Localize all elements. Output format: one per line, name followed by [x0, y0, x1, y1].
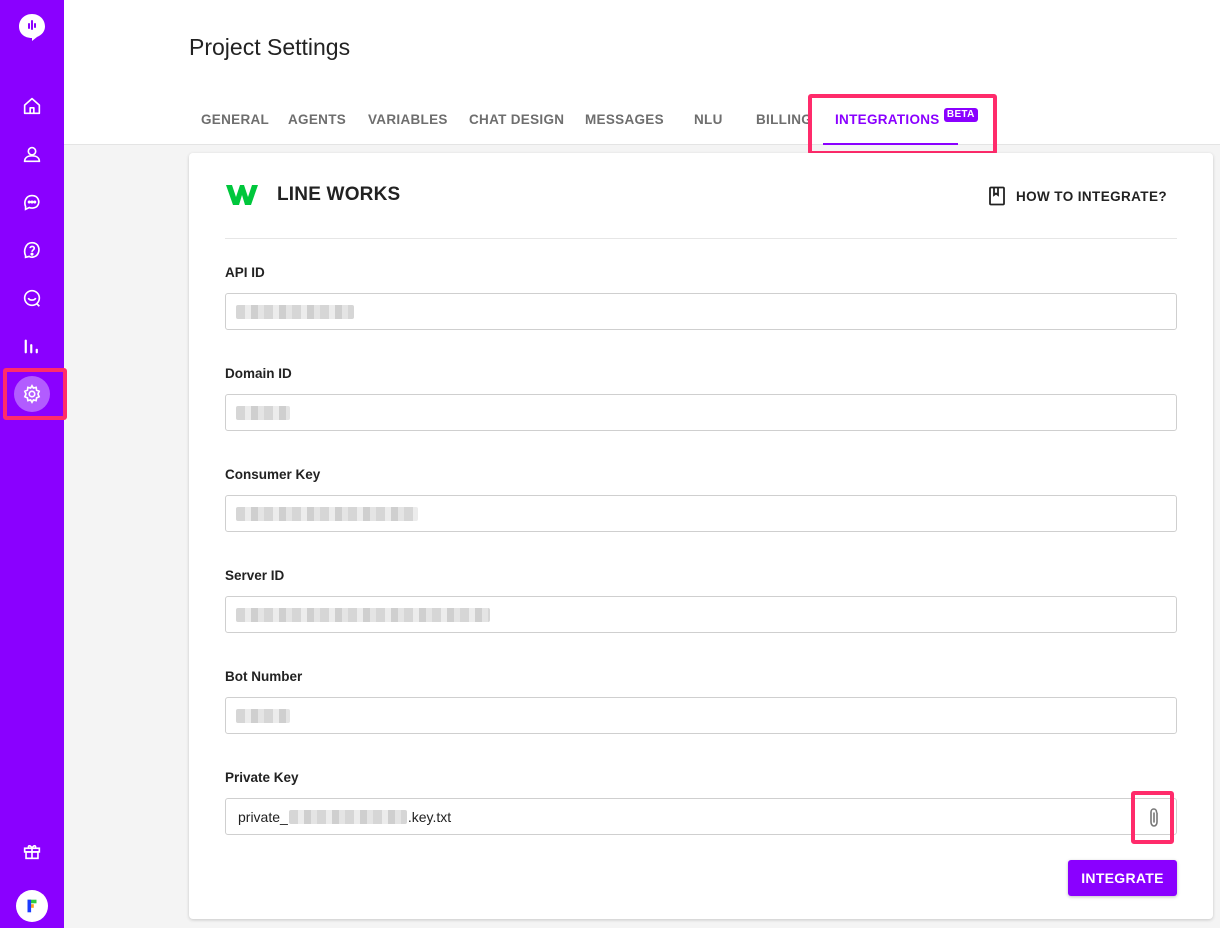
server-id-input[interactable]: [225, 596, 1177, 633]
private-key-filename: private_ .key.txt: [238, 809, 451, 825]
tab-billing[interactable]: BILLING: [756, 104, 812, 145]
api-id-label: API ID: [225, 265, 265, 280]
tab-general[interactable]: GENERAL: [201, 104, 269, 145]
tab-variables[interactable]: VARIABLES: [368, 104, 448, 145]
redacted-value: [236, 709, 290, 723]
active-tab-indicator: [823, 143, 958, 145]
redacted-value: [288, 810, 407, 824]
header: Project Settings GENERAL AGENTS VARIABLE…: [64, 0, 1220, 145]
private-key-file-input[interactable]: private_ .key.txt: [225, 798, 1177, 835]
redacted-value: [236, 305, 354, 319]
sidebar-item-users[interactable]: [12, 134, 52, 174]
integration-card: LINE WORKS HOW TO INTEGRATE? API ID Doma…: [189, 153, 1213, 919]
logo-chat-icon[interactable]: [17, 12, 47, 42]
home-icon: [23, 97, 41, 115]
gift-icon: [23, 845, 41, 860]
server-id-label: Server ID: [225, 568, 285, 583]
sidebar-item-conversations[interactable]: [12, 278, 52, 318]
paperclip-icon[interactable]: [1144, 807, 1164, 829]
consumer-key-input[interactable]: [225, 495, 1177, 532]
tab-messages[interactable]: MESSAGES: [585, 104, 664, 145]
integrate-button[interactable]: INTEGRATE: [1068, 860, 1177, 896]
card-header: LINE WORKS HOW TO INTEGRATE?: [225, 183, 1177, 239]
avatar-icon: [27, 899, 37, 913]
bot-number-input[interactable]: [225, 697, 1177, 734]
page-title: Project Settings: [189, 34, 351, 60]
bot-number-label: Bot Number: [225, 669, 303, 684]
line-works-logo-icon: [226, 185, 258, 205]
integration-name: LINE WORKS: [277, 184, 401, 205]
filename-suffix: .key.txt: [407, 809, 452, 825]
analytics-icon: [24, 339, 38, 354]
api-id-input[interactable]: [225, 293, 1177, 330]
tab-nlu[interactable]: NLU: [694, 104, 723, 145]
tab-integrations-label: INTEGRATIONS: [835, 112, 940, 127]
sidebar-item-analytics[interactable]: [12, 326, 52, 366]
book-icon: [989, 186, 1005, 206]
domain-id-input[interactable]: [225, 394, 1177, 431]
help-icon: [23, 241, 40, 259]
sidebar-item-help[interactable]: [12, 230, 52, 270]
sidebar-item-home[interactable]: [12, 86, 52, 126]
redacted-value: [236, 507, 418, 521]
sidebar-item-settings[interactable]: [14, 376, 50, 412]
sidebar: [0, 0, 64, 928]
sidebar-item-chats[interactable]: [12, 182, 52, 222]
how-to-integrate-label: HOW TO INTEGRATE?: [1015, 188, 1167, 204]
tab-chat-design[interactable]: CHAT DESIGN: [469, 104, 564, 145]
settings-icon: [23, 384, 41, 404]
conversations-icon: [23, 289, 41, 307]
redacted-value: [236, 406, 290, 420]
private-key-label: Private Key: [225, 770, 299, 785]
domain-id-label: Domain ID: [225, 366, 292, 381]
filename-prefix: private_: [238, 809, 288, 825]
chat-icon: [24, 194, 40, 211]
avatar[interactable]: [16, 890, 48, 922]
beta-badge: BETA: [943, 108, 978, 122]
user-icon: [23, 146, 41, 163]
consumer-key-label: Consumer Key: [225, 467, 321, 482]
sidebar-item-gift[interactable]: [12, 831, 52, 871]
redacted-value: [236, 608, 490, 622]
tab-agents[interactable]: AGENTS: [288, 104, 346, 145]
how-to-integrate-link[interactable]: HOW TO INTEGRATE?: [988, 185, 1167, 207]
tab-integrations[interactable]: INTEGRATIONS BETA: [823, 104, 978, 145]
